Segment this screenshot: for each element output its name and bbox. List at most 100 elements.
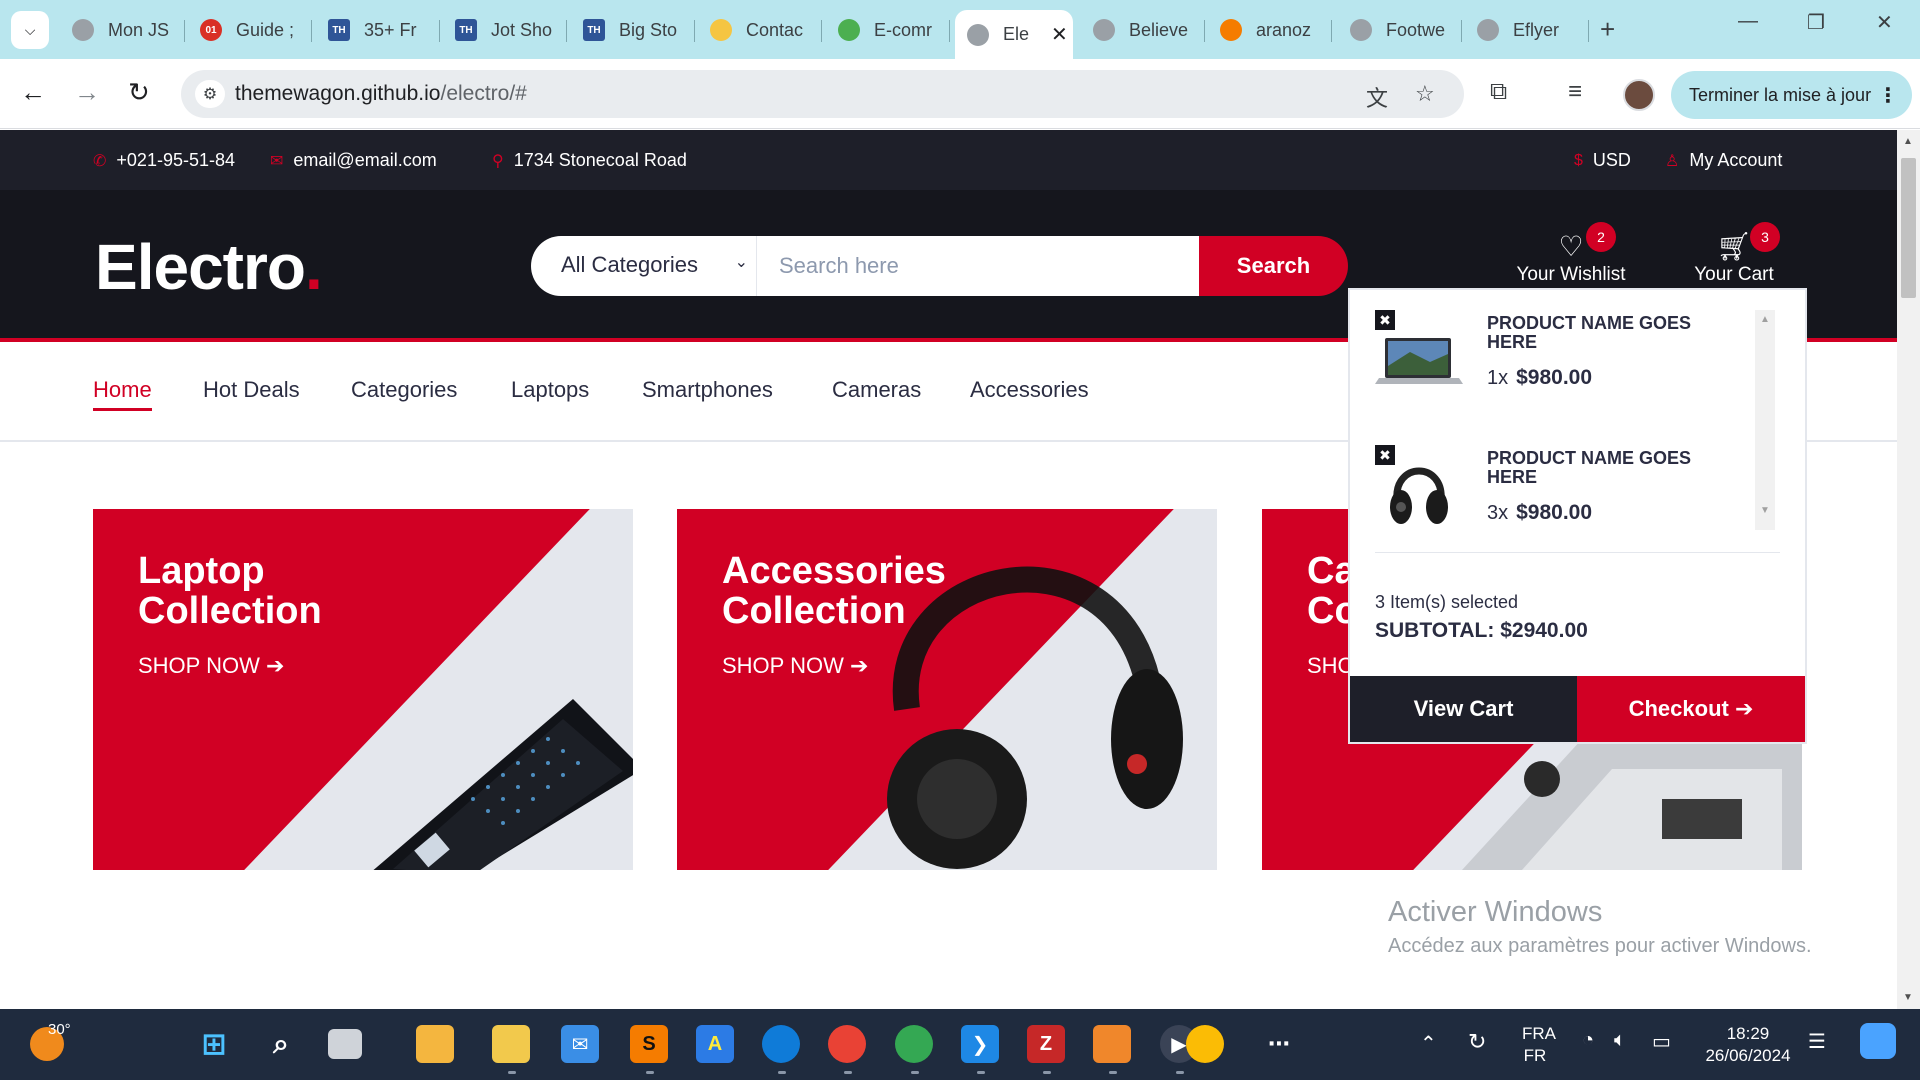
currency-link[interactable]: $ USD [1574,150,1631,171]
logo[interactable]: Electro. [95,230,323,304]
tab-title: Big Sto [619,19,678,40]
my-account-link[interactable]: ♙ My Account [1665,150,1782,171]
edge-icon[interactable] [762,1025,800,1063]
cart-actions: View Cart Checkout ➔ [1350,676,1805,742]
chevron-down-icon: ⌵ [24,21,36,38]
notification-icon[interactable]: ☰ [1808,1029,1826,1054]
extensions-icon[interactable]: ⧉ [1490,78,1507,106]
more-menu-icon[interactable]: ⋮ [1878,83,1898,108]
chrome-profile-icon[interactable] [895,1025,933,1063]
file-explorer-icon[interactable] [492,1025,530,1063]
tab-search-button[interactable]: ⌵ [11,11,49,49]
more-apps-icon[interactable]: ⋯ [1260,1025,1298,1063]
browser-tab[interactable]: 01 Guide ; [200,10,312,50]
shop-now-link[interactable]: SHOP NOW ➔ [722,653,868,679]
category-select[interactable]: All Categories ⌄ [531,236,757,296]
chrome-active-icon[interactable] [1186,1025,1224,1063]
address-link[interactable]: ⚲ 1734 Stonecoal Road [492,150,687,171]
scroll-down-icon[interactable]: ▼ [1755,505,1775,516]
pdf-app-icon[interactable] [1093,1025,1131,1063]
restore-icon[interactable]: ❐ [1807,10,1825,35]
translate-icon[interactable]: 文 [1366,81,1388,113]
task-view-icon[interactable] [328,1029,362,1059]
new-tab-button[interactable]: + [1600,14,1615,45]
shop-banner-laptop[interactable]: Laptop Collection SHOP NOW ➔ [93,509,633,870]
sublime-text-icon[interactable]: S [630,1025,668,1063]
cart-item: ✖ PRODUCT NAME GOES HERE 3x $980.00 [1375,445,1760,528]
browser-tab[interactable]: TH 35+ Fr [328,10,440,50]
shop-now-link[interactable]: SHOP NOW ➔ [138,653,284,679]
phone-link[interactable]: ✆ +021-95-51-84 [93,150,235,171]
browser-tab[interactable]: Mon JS [72,10,185,50]
scrollbar-thumb[interactable] [1901,158,1916,298]
wishlist-count-badge: 2 [1586,222,1616,252]
shop-now-link[interactable]: SHO [1307,653,1355,679]
search-button[interactable]: Search [1199,236,1348,296]
nav-item-hot-deals[interactable]: Hot Deals [203,377,300,403]
mail-icon[interactable]: ✉ [561,1025,599,1063]
shop-banner-accessories[interactable]: Accessories Collection SHOP NOW ➔ [677,509,1217,870]
wishlist-button[interactable]: ♡ Your Wishlist 2 [1510,222,1632,286]
browser-tab[interactable]: Eflyer [1477,10,1589,50]
scroll-up-icon[interactable]: ▲ [1755,314,1775,325]
running-indicator [508,1071,516,1074]
nav-item-categories[interactable]: Categories [351,377,457,403]
email-link[interactable]: ✉ email@email.com [270,150,437,171]
site-settings-icon[interactable]: ⚙ [195,80,225,108]
browser-tab[interactable]: TH Jot Sho [455,10,567,50]
scroll-up-icon[interactable]: ▲ [1903,136,1913,147]
view-cart-button[interactable]: View Cart [1350,676,1577,742]
cart-subtotal: SUBTOTAL: $2940.00 [1375,619,1588,642]
url-text[interactable]: themewagon.github.io/electro/# [235,82,527,106]
filezilla-icon[interactable]: Z [1027,1025,1065,1063]
clock[interactable]: 18:29 26/06/2024 [1700,1023,1796,1067]
minimize-icon[interactable]: — [1738,10,1758,33]
browser-tab-active[interactable]: Ele ✕ [955,10,1073,59]
wifi-icon[interactable]: ◔ [1582,1029,1594,1052]
close-icon[interactable]: ✕ [1051,22,1068,47]
browser-tab[interactable]: E-comr [838,10,950,50]
address-bar[interactable]: ⚙ themewagon.github.io/electro/# 文 ☆ [181,70,1464,118]
chrome-icon[interactable] [828,1025,866,1063]
remove-item-icon[interactable]: ✖ [1375,445,1395,465]
cart-item-name[interactable]: PRODUCT NAME GOES HERE [1487,314,1737,352]
page-scrollbar[interactable]: ▲ ▼ [1897,130,1920,1009]
nav-item-cameras[interactable]: Cameras [832,377,921,403]
language-indicator[interactable]: FRA FR [1522,1023,1556,1067]
top-header-bar: ✆ +021-95-51-84 ✉ email@email.com ⚲ 1734… [0,130,1897,190]
browser-tab[interactable]: Believe [1093,10,1205,50]
search-icon[interactable]: ⌕ [262,1025,300,1063]
browser-tab[interactable]: TH Big Sto [583,10,695,50]
volume-icon[interactable]: 🔈︎ [1614,1029,1626,1052]
cart-button[interactable]: 🛒︎ Your Cart 3 [1686,222,1782,286]
browser-tab[interactable]: Footwe [1350,10,1462,50]
nav-item-accessories[interactable]: Accessories [970,377,1089,403]
avatar[interactable] [1623,79,1655,111]
window-close-icon[interactable]: ✕ [1876,10,1893,35]
sync-icon[interactable]: ↻ [1468,1029,1486,1055]
browser-tab[interactable]: Contac [710,10,822,50]
media-queue-icon[interactable]: ≡ [1568,78,1582,106]
cart-scrollbar[interactable]: ▲ ▼ [1755,310,1775,530]
search-input[interactable] [757,236,1200,296]
scroll-down-icon[interactable]: ▼ [1903,992,1913,1003]
forward-arrow-icon[interactable]: → [74,77,100,108]
app-icon[interactable]: A [696,1025,734,1063]
paint-icon[interactable] [416,1025,454,1063]
windows-start-icon[interactable]: ⊞ [195,1025,233,1063]
star-icon[interactable]: ☆ [1415,81,1435,107]
update-button[interactable]: Terminer la mise à jour ⋮ [1671,71,1912,119]
nav-item-smartphones[interactable]: Smartphones [642,377,773,403]
checkout-button[interactable]: Checkout ➔ [1577,676,1805,742]
chevron-up-icon[interactable]: ⌃ [1420,1031,1437,1056]
browser-tab[interactable]: aranoz [1220,10,1332,50]
nav-item-home[interactable]: Home [93,377,152,411]
copilot-icon[interactable] [1860,1023,1896,1059]
reload-icon[interactable]: ↻ [128,77,150,108]
battery-icon[interactable]: ▭ [1652,1029,1671,1054]
nav-item-laptops[interactable]: Laptops [511,377,589,403]
vscode-icon[interactable]: ❯ [961,1025,999,1063]
cart-item-name[interactable]: PRODUCT NAME GOES HERE [1487,449,1737,487]
back-arrow-icon[interactable]: ← [20,77,46,108]
remove-item-icon[interactable]: ✖ [1375,310,1395,330]
